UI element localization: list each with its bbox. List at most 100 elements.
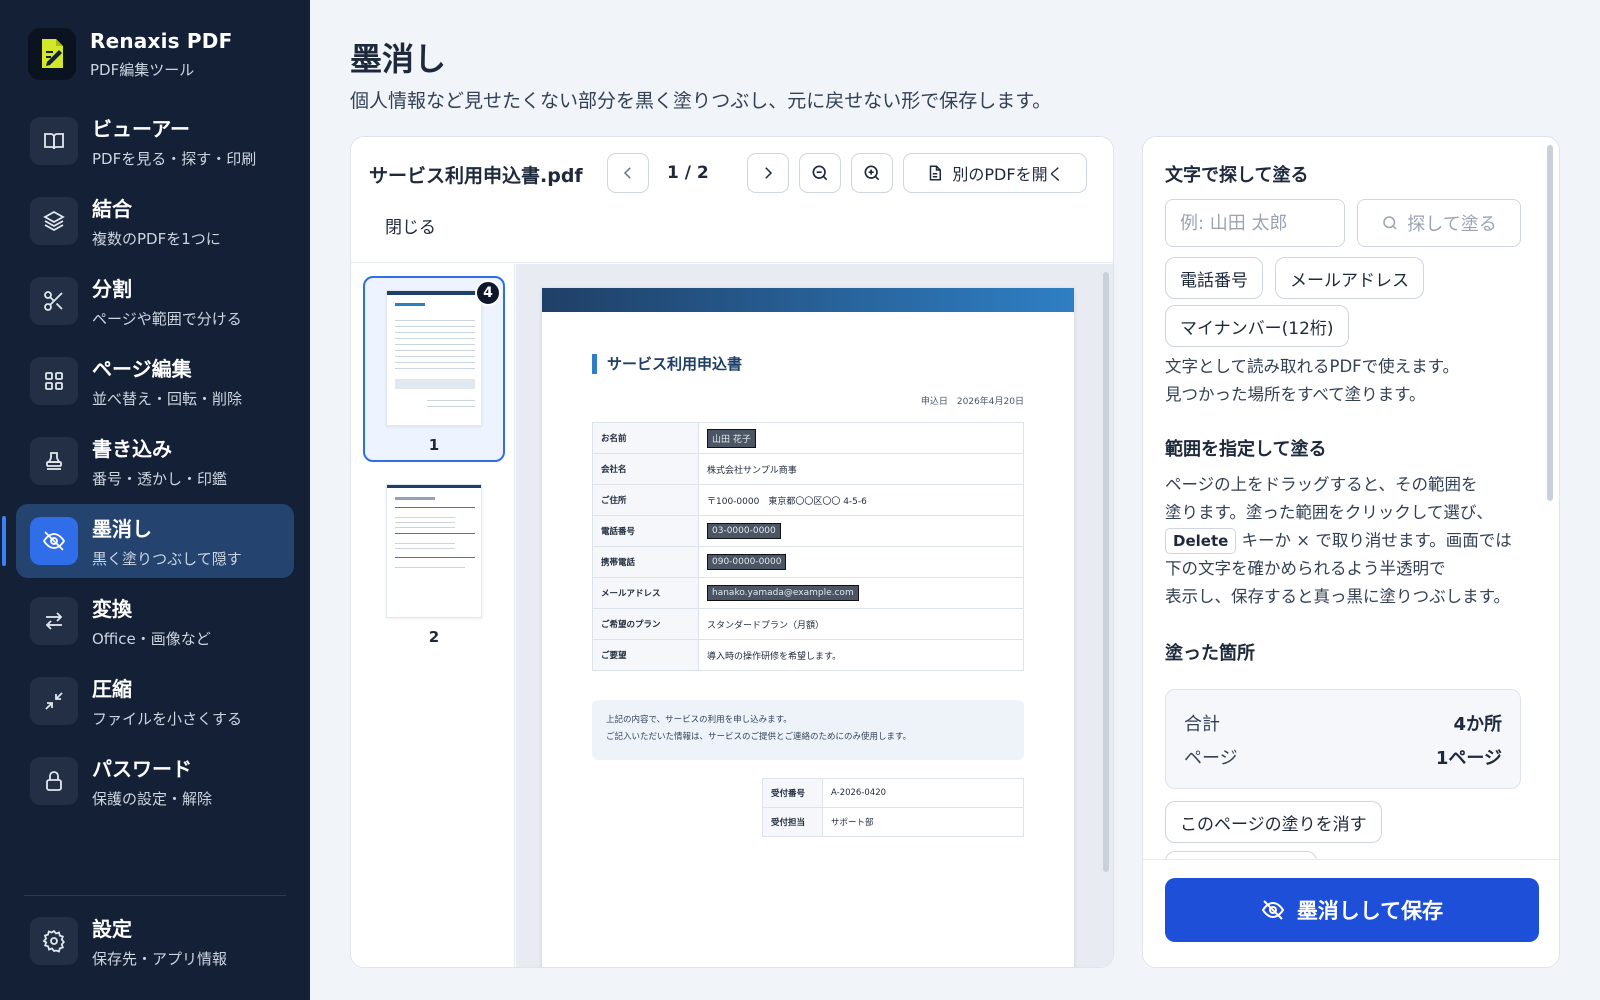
field-value: 山田 花子 xyxy=(698,422,1024,454)
pdf-page[interactable]: サービス利用申込書 申込日 2026年4月20日 お名前 山田 花子 会社名 株式会… xyxy=(542,288,1074,967)
doc-title: サービス利用申込書 xyxy=(592,354,742,374)
page-canvas[interactable]: サービス利用申込書 申込日 2026年4月20日 お名前 山田 花子 会社名 株式会… xyxy=(516,264,1113,967)
panel-footer: 墨消しして保存 xyxy=(1143,859,1559,967)
table-row: 受付番号 A-2026-0420 xyxy=(762,778,1024,808)
sidebar-item-annotate[interactable]: 書き込み番号・透かし・印鑑 xyxy=(16,424,294,498)
doc-receipt-table: 受付番号 A-2026-0420 受付担当 サポート部 xyxy=(762,778,1024,837)
sidebar-item-redact[interactable]: 墨消し 黒く塗りつぶして隠す xyxy=(2,504,294,578)
document-icon xyxy=(930,165,942,181)
redaction-box[interactable]: 山田 花子 xyxy=(707,428,756,448)
redaction-box[interactable]: hanako.yamada@example.com xyxy=(707,585,859,601)
search-paint-button[interactable]: 探して塗る xyxy=(1357,199,1521,247)
sidebar: Renaxis PDF PDF編集ツール ビューアー PDFを見る・探す・印刷 結… xyxy=(0,0,310,1000)
field-label: 電話番号 xyxy=(592,515,699,547)
close-button[interactable]: 閉じる xyxy=(385,213,436,238)
sidebar-item-compress[interactable]: 圧縮ファイルを小さくする xyxy=(16,664,294,738)
page-title: 墨消し xyxy=(350,40,447,78)
search-help-text: 文字として読み取れるPDFで使えます。 見つかった場所をすべて塗ります。 xyxy=(1165,353,1459,409)
field-value: A-2026-0420 xyxy=(822,778,1024,808)
table-row: 電話番号 03-0000-0000 xyxy=(592,515,1024,547)
field-value: 株式会社サンプル商事 xyxy=(698,453,1024,485)
sidebar-item-label: ビューアー xyxy=(92,117,190,141)
field-value: 〒100-0000 東京都〇〇区〇〇 4-5-6 xyxy=(698,484,1024,516)
summary-total-label: 合計 xyxy=(1184,714,1220,735)
help-line: Delete キーか × で取り消せます。画面では xyxy=(1165,527,1512,555)
field-label: 携帯電話 xyxy=(592,546,699,578)
redact-and-save-button[interactable]: 墨消しして保存 xyxy=(1165,878,1539,942)
redaction-box[interactable]: 03-0000-0000 xyxy=(707,523,781,539)
field-value: hanako.yamada@example.com xyxy=(698,577,1024,609)
eye-off-icon xyxy=(30,517,78,565)
clear-page-redactions-button[interactable]: このページの塗りを消す xyxy=(1165,801,1382,843)
zoom-in-button[interactable] xyxy=(851,153,893,193)
summary-pages-label: ページ xyxy=(1184,748,1238,769)
field-label: 受付番号 xyxy=(762,778,823,808)
thumbnail-page-2[interactable]: 2 xyxy=(363,472,505,652)
table-row: 携帯電話 090-0000-0000 xyxy=(592,546,1024,578)
help-line: ページの上をドラッグすると、その範囲を xyxy=(1165,475,1478,494)
sidebar-item-password[interactable]: パスワード 保護の設定・解除 xyxy=(16,744,294,818)
sidebar-item-label: 結合 xyxy=(92,197,132,221)
field-label: ご希望のプラン xyxy=(592,608,699,640)
sidebar-item-settings[interactable]: 設定 保存先・アプリ情報 xyxy=(16,904,294,978)
open-other-pdf-button[interactable]: 別のPDFを開く xyxy=(903,153,1087,193)
swap-arrows-icon xyxy=(30,597,78,645)
sidebar-item-sub: ファイルを小さくする xyxy=(92,710,243,728)
prev-page-button[interactable] xyxy=(607,153,649,193)
help-line: 文字として読み取れるPDFで使えます。 xyxy=(1165,357,1460,376)
table-row: ご希望のプラン スタンダードプラン（月額） xyxy=(592,608,1024,640)
summary-pages-row: ページ 1ページ xyxy=(1184,744,1502,770)
panel-scrollbar[interactable] xyxy=(1547,145,1553,501)
doc-date: 申込日 2026年4月20日 xyxy=(920,397,1024,407)
chevron-left-icon xyxy=(623,167,631,179)
sidebar-item-split[interactable]: 分割ページや範囲で分ける xyxy=(16,264,294,338)
redaction-count-badge: 4 xyxy=(475,280,501,306)
painted-section-title: 塗った箇所 xyxy=(1165,643,1255,664)
zoom-in-icon xyxy=(864,165,880,181)
sidebar-item-sub: PDFを見る・探す・印刷 xyxy=(92,150,257,168)
sidebar-item-label: 圧縮 xyxy=(92,677,132,701)
viewer-toolbar: サービス利用申込書.pdf 1 / 2 別のPDFを開く 閉じる xyxy=(351,137,1113,263)
search-input[interactable] xyxy=(1165,199,1345,247)
sidebar-item-viewer[interactable]: ビューアー PDFを見る・探す・印刷 xyxy=(16,104,294,178)
sidebar-item-label: 変換 xyxy=(92,597,132,621)
sidebar-item-sub: 複数のPDFを1つに xyxy=(92,230,221,248)
field-value: サポート部 xyxy=(822,807,1024,837)
sidebar-item-label: 墨消し xyxy=(92,517,152,541)
compress-icon xyxy=(30,677,78,725)
chip-phone-number[interactable]: 電話番号 xyxy=(1165,257,1263,299)
book-open-icon xyxy=(30,117,78,165)
redaction-panel: 文字で探して塗る 探して塗る 電話番号 メールアドレス マイナンバー(12桁) … xyxy=(1142,136,1560,968)
gear-icon xyxy=(30,917,78,965)
zoom-out-button[interactable] xyxy=(799,153,841,193)
canvas-scrollbar[interactable] xyxy=(1103,272,1109,872)
table-row: お名前 山田 花子 xyxy=(592,422,1024,454)
doc-form-table: お名前 山田 花子 会社名 株式会社サンプル商事 ご住所 〒100-0000 東京都〇… xyxy=(592,422,1024,671)
sidebar-item-sub: ページや範囲で分ける xyxy=(92,310,242,328)
sidebar-item-label: 書き込み xyxy=(92,437,172,461)
field-value: 03-0000-0000 xyxy=(698,515,1024,547)
sidebar-item-convert[interactable]: 変換 Office・画像など xyxy=(16,584,294,658)
chip-email[interactable]: メールアドレス xyxy=(1275,257,1424,299)
help-line: 塗ります。塗った範囲をクリックして選び、 xyxy=(1165,503,1493,522)
chip-my-number[interactable]: マイナンバー(12桁) xyxy=(1165,305,1349,347)
thumbnail-number: 2 xyxy=(428,628,440,646)
sidebar-item-page-edit[interactable]: ページ編集 並べ替え・回転・削除 xyxy=(16,344,294,418)
open-other-pdf-label: 別のPDFを開く xyxy=(952,165,1064,184)
sidebar-item-merge[interactable]: 結合複数のPDFを1つに xyxy=(16,184,294,258)
sidebar-item-label: パスワード xyxy=(92,757,192,781)
zoom-out-icon xyxy=(812,165,828,181)
chevron-right-icon xyxy=(765,167,773,179)
sidebar-item-label: 分割 xyxy=(92,277,132,301)
thumbnail-page-1[interactable]: 4 1 xyxy=(363,276,505,462)
table-row: メールアドレス hanako.yamada@example.com xyxy=(592,577,1024,609)
next-page-button[interactable] xyxy=(747,153,789,193)
doc-note: 上記の内容で、サービスの利用を申し込みます。 ご記入いただいた情報は、サービスの… xyxy=(592,700,1024,760)
doc-note-line: ご記入いただいた情報は、サービスのご提供とご連絡のためにのみ使用します。 xyxy=(606,732,912,742)
app-logo-icon xyxy=(28,28,76,80)
search-section-title: 文字で探して塗る xyxy=(1165,165,1309,186)
sidebar-item-sub: 並べ替え・回転・削除 xyxy=(92,390,243,408)
sidebar-item-sub: 番号・透かし・印鑑 xyxy=(92,470,228,488)
stamp-icon xyxy=(30,437,78,485)
redaction-box[interactable]: 090-0000-0000 xyxy=(707,554,787,570)
